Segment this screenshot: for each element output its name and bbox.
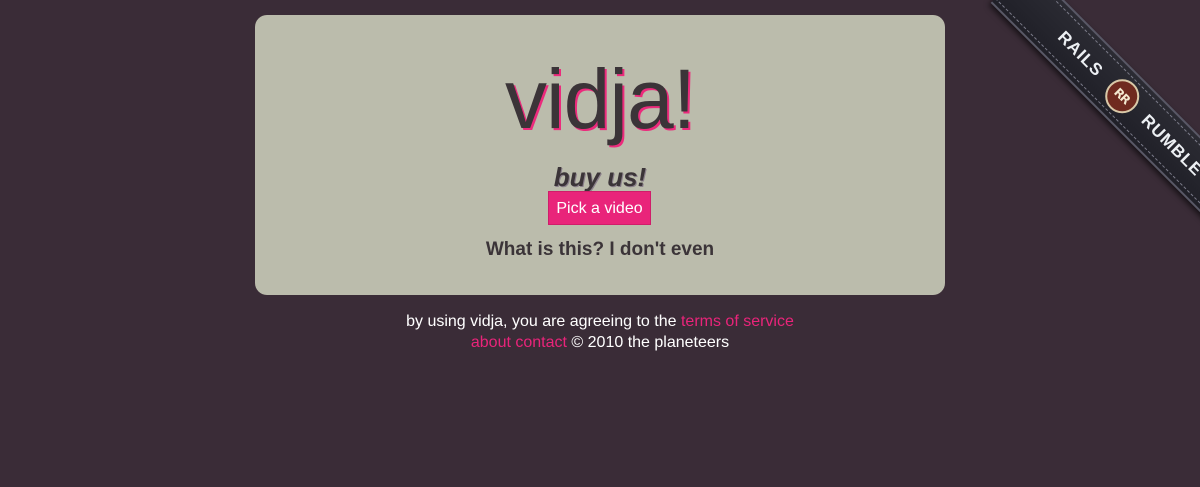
- site-logo[interactable]: vidja!: [255, 57, 945, 141]
- footer: by using vidja, you are agreeing to the …: [0, 311, 1200, 353]
- footer-agreement-text: by using vidja, you are agreeing to the: [406, 313, 677, 330]
- hero-card: vidja! buy us! Pick a video What is this…: [255, 15, 945, 295]
- footer-line-1: by using vidja, you are agreeing to the …: [0, 311, 1200, 332]
- what-is-this-link[interactable]: What is this? I don't even: [255, 239, 945, 261]
- ribbon-left-label: RAILS: [1054, 27, 1108, 81]
- copyright-text: © 2010 the planeteers: [571, 334, 730, 351]
- ribbon-banner[interactable]: RAILS RR RUMBLE: [990, 0, 1200, 230]
- terms-of-service-link[interactable]: terms of service: [681, 313, 794, 330]
- pick-video-button[interactable]: Pick a video: [548, 191, 651, 225]
- about-link[interactable]: about: [471, 334, 511, 351]
- tagline: buy us!: [553, 162, 647, 192]
- footer-line-2: about contact © 2010 the planeteers: [0, 332, 1200, 353]
- rails-rumble-emblem-icon: RR: [1097, 71, 1147, 121]
- rails-rumble-ribbon[interactable]: RAILS RR RUMBLE: [970, 0, 1200, 230]
- page: vidja! buy us! Pick a video What is this…: [0, 0, 1200, 487]
- contact-link[interactable]: contact: [515, 334, 567, 351]
